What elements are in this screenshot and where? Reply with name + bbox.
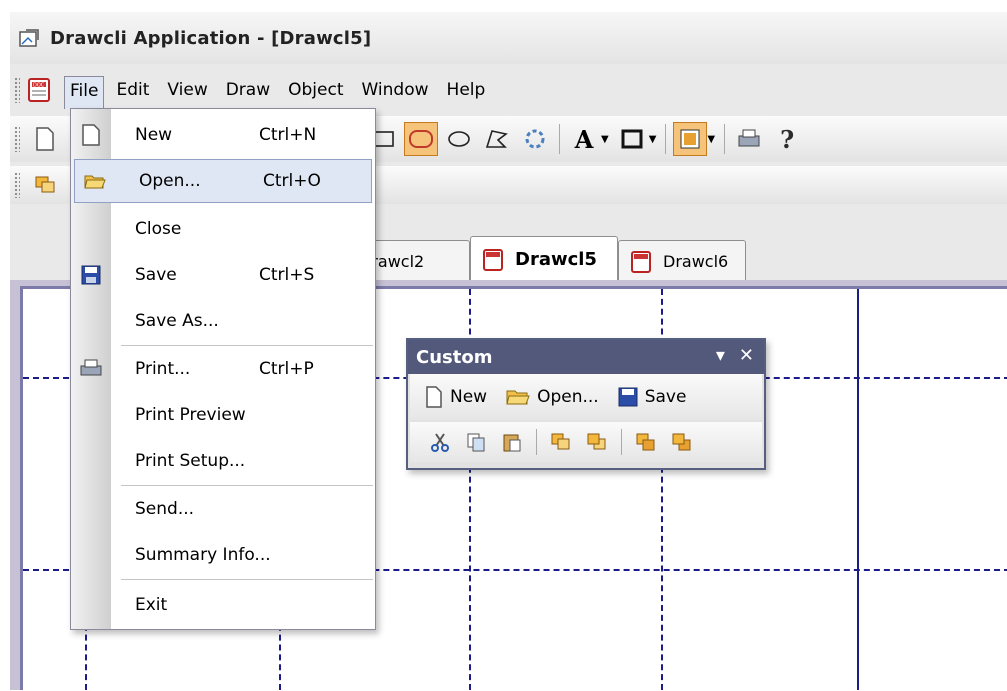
custom-toolbar-title: Custom xyxy=(416,346,493,368)
move-forward-icon[interactable] xyxy=(632,428,660,456)
printer-icon[interactable] xyxy=(732,122,766,156)
ole-object-icon[interactable] xyxy=(518,122,552,156)
printer-icon xyxy=(80,359,102,376)
menu-draw[interactable]: Draw xyxy=(220,76,276,104)
menu-object[interactable]: Object xyxy=(282,76,349,104)
text-color-dropdown[interactable]: ▼ xyxy=(601,134,609,145)
menu-file[interactable]: File xyxy=(64,75,105,109)
document-icon xyxy=(483,248,503,271)
tab-label: Drawcl5 xyxy=(515,249,597,270)
file-menu-print-preview[interactable]: Print Preview xyxy=(71,393,375,437)
toolbar-separator xyxy=(536,429,537,455)
file-menu-exit[interactable]: Exit xyxy=(71,583,375,627)
custom-floating-toolbar[interactable]: Custom ▾ ✕ New Open... Save xyxy=(406,338,766,470)
svg-text:DOC: DOC xyxy=(33,83,45,89)
line-color-icon[interactable] xyxy=(615,122,649,156)
file-menu-save-as[interactable]: Save As... xyxy=(71,299,375,343)
custom-save-button[interactable]: Save xyxy=(617,386,686,408)
move-back-icon[interactable] xyxy=(668,428,696,456)
toolbar-options-icon[interactable]: ▾ xyxy=(716,345,725,366)
menu-separator xyxy=(121,579,373,580)
help-icon[interactable]: ? xyxy=(770,122,804,156)
page-boundary-line xyxy=(857,289,859,690)
line-color-dropdown[interactable]: ▼ xyxy=(649,134,657,145)
open-folder-icon xyxy=(506,390,530,405)
toolbar-grip[interactable] xyxy=(14,126,20,152)
fill-color-icon[interactable] xyxy=(673,122,708,156)
file-menu-open[interactable]: Open... Ctrl+O xyxy=(74,159,372,203)
new-document-icon[interactable] xyxy=(28,122,62,156)
new-document-icon xyxy=(82,124,100,146)
close-icon[interactable]: ✕ xyxy=(739,345,754,366)
tab-drawcl5[interactable]: Drawcl5 xyxy=(470,236,618,282)
tab-drawcl6[interactable]: Drawcl6 xyxy=(618,240,746,282)
document-icon xyxy=(631,250,651,273)
paste-icon[interactable] xyxy=(498,428,526,456)
text-color-icon[interactable]: A xyxy=(567,122,601,156)
menu-edit[interactable]: Edit xyxy=(110,76,155,104)
copy-icon[interactable] xyxy=(462,428,490,456)
menu-bar: DOC File Edit View Draw Object Window He… xyxy=(10,70,1007,110)
app-icon xyxy=(19,29,39,47)
custom-toolbar-icon-row xyxy=(410,422,762,462)
document-icon[interactable]: DOC xyxy=(26,77,54,103)
file-menu-summary-info[interactable]: Summary Info... xyxy=(71,533,375,577)
toolbar-separator xyxy=(621,429,622,455)
toolbar-separator xyxy=(665,124,667,154)
toolbar-separator xyxy=(724,124,726,154)
custom-new-button[interactable]: New xyxy=(424,385,487,409)
cut-icon[interactable] xyxy=(426,428,454,456)
menu-view[interactable]: View xyxy=(161,76,213,104)
new-document-icon xyxy=(426,386,442,408)
file-menu-new[interactable]: New Ctrl+N xyxy=(71,113,375,157)
file-menu-dropdown: New Ctrl+N Open... Ctrl+O Close Save Ctr… xyxy=(70,108,376,630)
menu-help[interactable]: Help xyxy=(441,76,492,104)
file-menu-print-setup[interactable]: Print Setup... xyxy=(71,439,375,483)
custom-toolbar-text-row: New Open... Save xyxy=(410,374,762,420)
file-menu-save[interactable]: Save Ctrl+S xyxy=(71,253,375,297)
open-folder-icon xyxy=(84,175,106,189)
rounded-rectangle-tool-icon[interactable] xyxy=(404,122,438,156)
custom-toolbar-titlebar[interactable]: Custom ▾ ✕ xyxy=(408,340,764,374)
toolbar-separator xyxy=(559,124,560,154)
menubar-grip[interactable] xyxy=(14,77,20,103)
ellipse-tool-icon[interactable] xyxy=(442,122,476,156)
send-to-back-icon[interactable] xyxy=(583,428,611,456)
menu-separator xyxy=(121,345,373,346)
save-disk-icon xyxy=(618,387,638,407)
custom-open-button[interactable]: Open... xyxy=(505,386,599,408)
bring-to-front-icon[interactable] xyxy=(547,428,575,456)
bring-to-front-icon[interactable] xyxy=(28,168,62,202)
menu-window[interactable]: Window xyxy=(356,76,435,104)
polygon-tool-icon[interactable] xyxy=(480,122,514,156)
save-disk-icon xyxy=(81,265,101,285)
tab-label: Drawcl6 xyxy=(663,252,729,271)
file-menu-send[interactable]: Send... xyxy=(71,487,375,531)
fill-color-dropdown[interactable]: ▼ xyxy=(707,134,715,145)
window-title: Drawcli Application - [Drawcl5] xyxy=(50,27,372,49)
menu-separator xyxy=(121,485,373,486)
file-menu-close[interactable]: Close xyxy=(71,207,375,251)
file-menu-print[interactable]: Print... Ctrl+P xyxy=(71,347,375,391)
toolbar-grip[interactable] xyxy=(14,172,20,198)
title-bar[interactable]: Drawcli Application - [Drawcl5] xyxy=(10,12,1007,64)
